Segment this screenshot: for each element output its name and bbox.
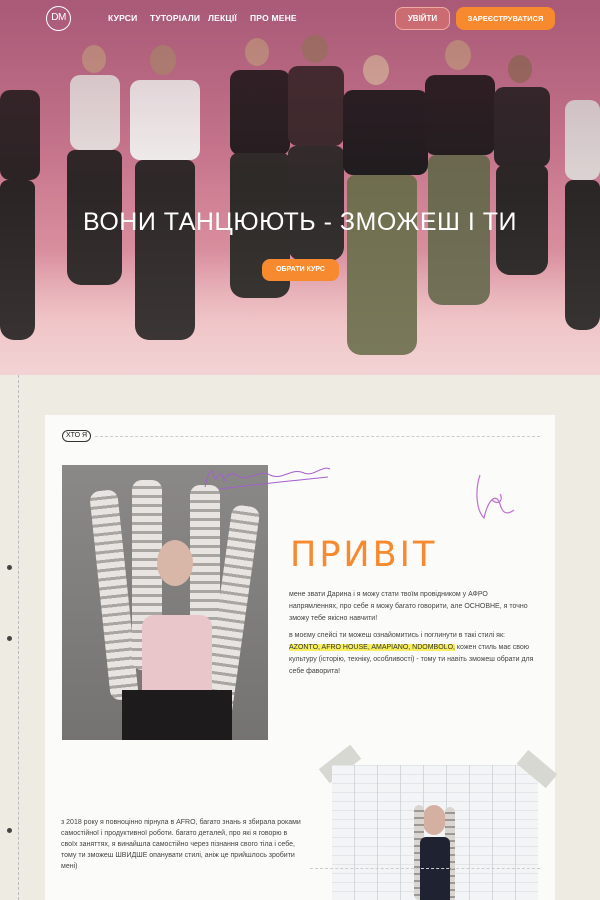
styles-prefix: в моєму спейсі ти можеш ознайомитись і п… <box>289 632 505 639</box>
timeline-dot <box>7 828 12 833</box>
top-navigation: DM КУРСИ ТУТОРІАЛИ ЛЕКЦІЇ ПРО МЕНЕ УВІЙТ… <box>0 0 600 40</box>
timeline-dot <box>7 636 12 641</box>
nav-link-about[interactable]: ПРО МЕНЕ <box>250 13 297 23</box>
nav-link-courses[interactable]: КУРСИ <box>108 13 137 23</box>
secondary-photo <box>332 765 538 900</box>
styles-paragraph: в моєму спейсі ти можеш ознайомитись і п… <box>289 630 534 678</box>
login-button[interactable]: УВІЙТИ <box>395 7 450 30</box>
timeline-dot <box>7 565 12 570</box>
timeline-line <box>18 375 19 900</box>
hero-title: ВОНИ ТАНЦЮЮТЬ - ЗМОЖЕШ І ТИ <box>83 208 517 236</box>
greeting-heading: ПРИВІТ <box>290 535 438 575</box>
nav-link-tutorials[interactable]: ТУТОРІАЛИ <box>150 13 200 23</box>
register-button[interactable]: ЗАРЕЄСТРУВАТИСЯ <box>456 7 555 30</box>
hero-banner <box>0 0 600 375</box>
divider <box>310 868 540 869</box>
story-paragraph: з 2018 року я повноцінно пірнула в AFRO,… <box>61 819 301 870</box>
portrait-photo <box>62 465 268 740</box>
logo[interactable]: DM <box>46 6 71 31</box>
decorative-scribble-icon <box>476 474 515 520</box>
styles-highlight: AZONTO, AFRO HOUSE, AMAPIANO, NDOMBOLO, <box>289 644 455 651</box>
choose-course-button[interactable]: ОБРАТИ КУРС <box>262 259 339 281</box>
divider <box>95 436 540 437</box>
section-tag: ХТО Я <box>62 430 92 442</box>
nav-link-lectures[interactable]: ЛЕКЦІЇ <box>208 13 237 23</box>
handwritten-signature <box>204 467 331 490</box>
intro-paragraph: мене звати Дарина і я можу стати твоїм п… <box>289 591 528 622</box>
hero-overlay <box>0 0 600 375</box>
